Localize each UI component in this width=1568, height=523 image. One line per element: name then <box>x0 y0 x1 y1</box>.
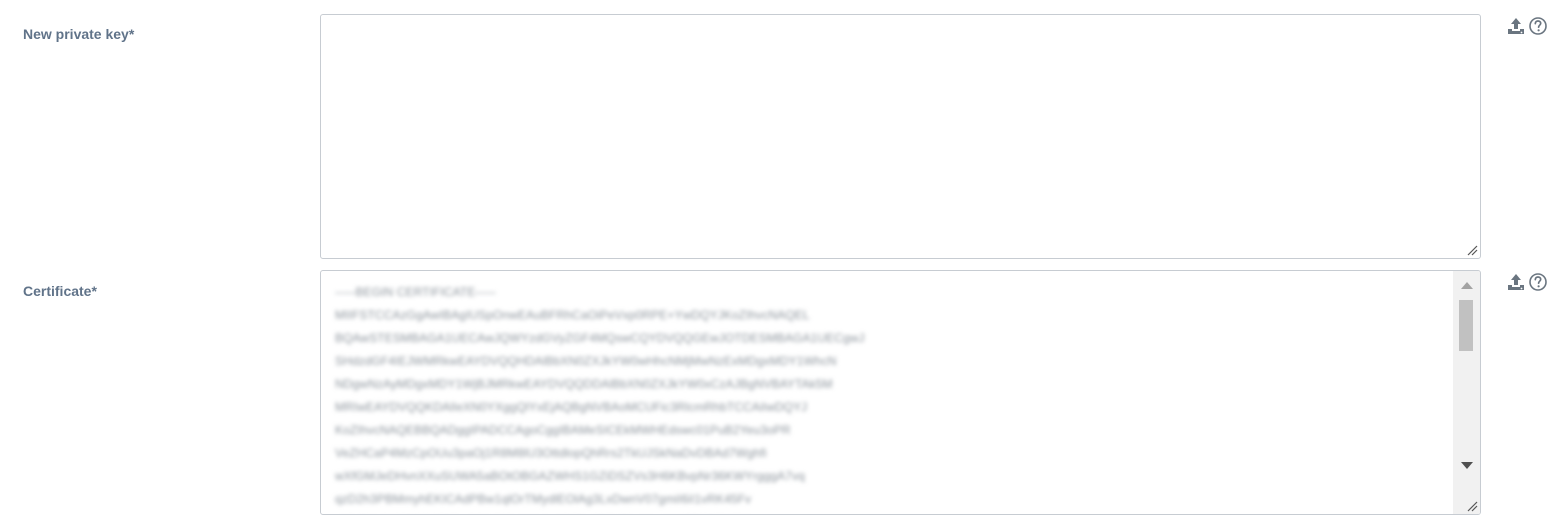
private-key-textarea[interactable] <box>320 14 1481 259</box>
private-key-row: New private key* <box>0 0 1568 262</box>
resize-grip-icon[interactable] <box>1466 244 1478 256</box>
private-key-label: New private key* <box>23 26 135 42</box>
scroll-down-arrow-icon[interactable] <box>1453 454 1480 478</box>
help-circle-icon[interactable] <box>1528 16 1548 36</box>
resize-grip-icon[interactable] <box>1466 500 1478 512</box>
certificate-scrollbar[interactable] <box>1453 271 1480 514</box>
private-key-actions <box>1506 16 1548 36</box>
certificate-label: Certificate* <box>23 283 97 299</box>
upload-icon[interactable] <box>1506 16 1526 36</box>
upload-icon[interactable] <box>1506 272 1526 292</box>
certificate-content[interactable]: -----BEGIN CERTIFICATE----- MIIFSTCCAzGg… <box>335 281 1435 514</box>
scroll-thumb[interactable] <box>1459 300 1473 351</box>
certificate-textarea[interactable]: -----BEGIN CERTIFICATE----- MIIFSTCCAzGg… <box>320 270 1481 515</box>
scroll-corner <box>1453 490 1480 514</box>
certificate-actions <box>1506 272 1548 292</box>
certificate-row: Certificate* -----BEGIN CERTIFICATE-----… <box>0 262 1568 523</box>
scroll-up-arrow-icon[interactable] <box>1453 273 1480 297</box>
help-circle-icon[interactable] <box>1528 272 1548 292</box>
